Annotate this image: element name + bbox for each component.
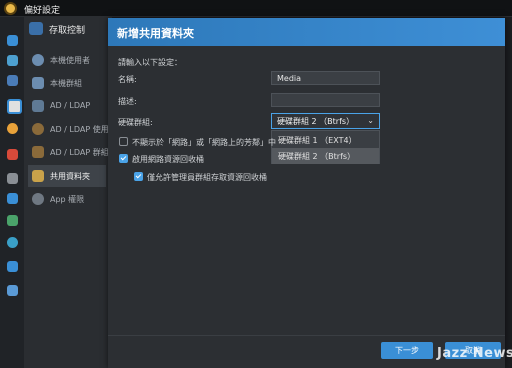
sidebar-item-local-users[interactable]: 本機使用者 — [28, 49, 106, 71]
volume-select[interactable]: 硬碟群組 2 （Btrfs） ⌄ — [271, 113, 380, 129]
hide-from-network-label: 不顯示於「網路」或「網路上的芳鄰」中 — [132, 138, 276, 147]
sidebar-item-app-permissions[interactable]: App 權限 — [28, 188, 106, 210]
sidebar-item-ad-ldap[interactable]: AD / LDAP — [28, 95, 106, 117]
directory-icon — [32, 100, 44, 112]
hide-from-network-checkbox[interactable] — [119, 137, 128, 146]
rail-security-icon[interactable] — [7, 261, 18, 272]
rail-schedule-icon[interactable] — [7, 193, 18, 204]
chevron-down-icon: ⌄ — [367, 116, 374, 125]
volume-option-selected[interactable]: 硬碟群組 2 （Btrfs） — [272, 148, 379, 164]
user-icon — [32, 54, 44, 66]
sidebar-header: 存取控制 — [28, 19, 108, 39]
sidebar-item-label: AD / LDAP — [50, 101, 91, 110]
folder-icon — [32, 170, 44, 182]
sidebar-item-label: 共用資料夾 — [50, 172, 90, 181]
admin-only-recycle-label: 僅允許管理員群組存取資源回收桶 — [147, 173, 267, 182]
volume-select-value: 硬碟群組 2 （Btrfs） — [277, 117, 355, 126]
sidebar-item-shared-folders[interactable]: 共用資料夾 — [28, 165, 106, 187]
rail-network-icon[interactable] — [7, 55, 18, 66]
rail-update-icon[interactable] — [7, 215, 18, 226]
category-rail — [0, 17, 24, 368]
rail-info-icon[interactable] — [7, 285, 18, 296]
intro-text: 請輸入以下設定： — [118, 58, 182, 67]
dialog-title: 新增共用資料夾 — [117, 27, 194, 40]
rail-services-icon[interactable] — [7, 75, 18, 86]
description-label: 描述: — [118, 97, 137, 106]
sidebar-item-label: AD / LDAP 群組 — [50, 148, 109, 157]
rail-system-icon[interactable] — [7, 35, 18, 46]
access-control-icon — [29, 22, 43, 35]
rail-sync-icon[interactable] — [7, 237, 18, 248]
rail-power-icon[interactable] — [7, 123, 18, 134]
enable-recycle-bin-checkbox[interactable] — [119, 154, 128, 163]
next-button[interactable]: 下一步 — [381, 342, 433, 359]
app-permission-icon — [32, 193, 44, 205]
sidebar-item-ad-ldap-groups[interactable]: AD / LDAP 群組 — [28, 141, 109, 163]
volume-dropdown-list: 硬碟群組 1 （EXT4） 硬碟群組 2 （Btrfs） — [271, 130, 380, 164]
group-icon — [32, 77, 44, 89]
name-field[interactable] — [271, 71, 380, 85]
sidebar-item-label: App 權限 — [50, 195, 85, 204]
name-label: 名稱: — [118, 75, 137, 84]
sidebar-item-local-groups[interactable]: 本機群組 — [28, 72, 106, 94]
window-title: 偏好設定 — [24, 6, 61, 16]
app-gear-icon — [4, 2, 17, 15]
rail-notification-icon[interactable] — [7, 149, 18, 160]
title-bar — [0, 0, 512, 17]
sidebar-item-label: 本機使用者 — [50, 56, 90, 65]
description-field[interactable] — [271, 93, 380, 107]
rail-storage-icon[interactable] — [7, 173, 18, 184]
enable-recycle-bin-label: 啟用網路資源回收桶 — [132, 155, 204, 164]
directory-group-icon — [32, 146, 44, 158]
sidebar-item-label: AD / LDAP 使用者 — [50, 125, 117, 134]
volume-option[interactable]: 硬碟群組 1 （EXT4） — [272, 132, 379, 148]
admin-only-recycle-checkbox[interactable] — [134, 172, 143, 181]
volume-label: 硬碟群組: — [118, 118, 153, 127]
directory-user-icon — [32, 123, 44, 135]
watermark: Jazz News — [437, 346, 512, 361]
sidebar-header-label: 存取控制 — [49, 26, 86, 36]
rail-access-control-icon[interactable] — [7, 99, 22, 114]
sidebar-item-ad-ldap-users[interactable]: AD / LDAP 使用者 — [28, 118, 117, 140]
sidebar-item-label: 本機群組 — [50, 79, 82, 88]
